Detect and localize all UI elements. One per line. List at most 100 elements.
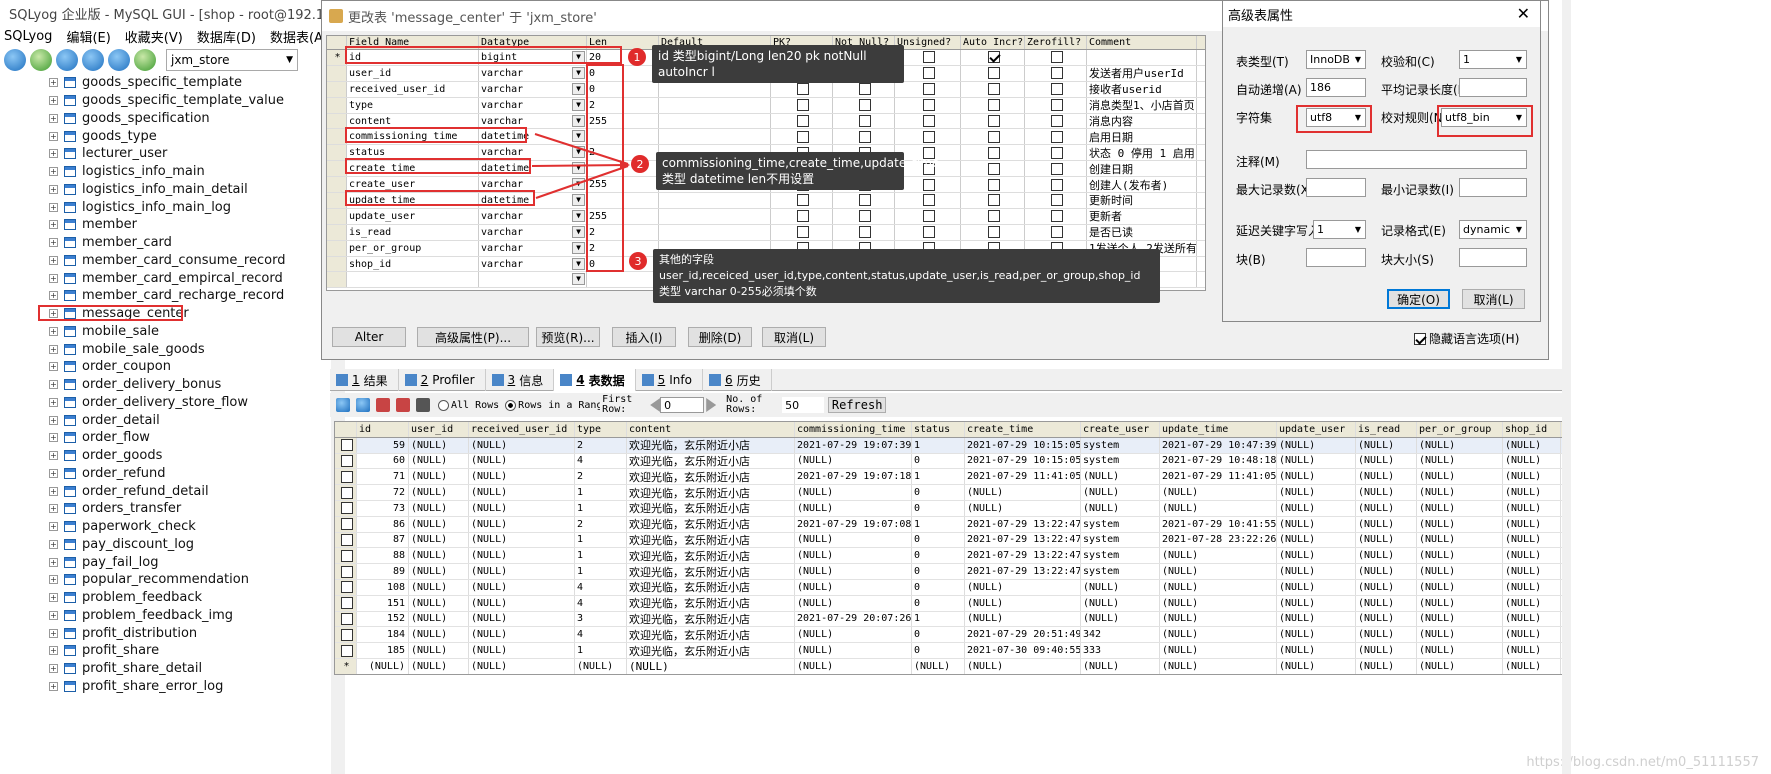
alter-button[interactable]: Alter xyxy=(332,327,406,347)
field-name-cell[interactable]: per_or_group xyxy=(347,240,479,256)
table-cell[interactable]: (NULL) xyxy=(795,453,912,469)
not-null-checkbox[interactable] xyxy=(858,226,871,239)
insert-row-icon[interactable] xyxy=(336,398,350,412)
datatype-cell[interactable]: varchar ▼ xyxy=(479,97,587,113)
table-cell[interactable]: (NULL) xyxy=(795,485,912,500)
table-cell[interactable]: 0 xyxy=(912,532,965,548)
table-cell[interactable]: (NULL) xyxy=(1503,453,1561,469)
tree-item-table[interactable]: + orders_transfer xyxy=(0,500,344,518)
table-cell[interactable]: (NULL) xyxy=(1160,658,1277,674)
pk-checkbox[interactable] xyxy=(796,130,809,143)
alter-button[interactable]: 预览(R)... xyxy=(536,327,600,347)
unsigned-checkbox[interactable] xyxy=(922,130,935,143)
table-cell[interactable]: (NULL) xyxy=(1356,453,1417,469)
expand-icon[interactable]: + xyxy=(49,167,58,177)
table-cell[interactable]: (NULL) xyxy=(1503,564,1561,579)
expand-icon[interactable]: + xyxy=(49,113,58,123)
table-cell[interactable]: (NULL) xyxy=(627,658,795,674)
table-cell[interactable]: (NULL) xyxy=(469,627,575,643)
table-cell[interactable]: (NULL) xyxy=(575,658,627,674)
table-cell[interactable]: (NULL) xyxy=(1356,643,1417,658)
min-rows-input[interactable] xyxy=(1459,178,1527,197)
tree-item-table[interactable]: + member_card_recharge_record xyxy=(0,287,344,305)
table-row[interactable]: 60 (NULL) (NULL) 4 欢迎光临，玄乐附近小店 (NULL) 0 2021-07… xyxy=(335,453,1563,470)
menu-item[interactable]: 数据库(D) xyxy=(197,27,256,46)
table-cell[interactable]: 0 xyxy=(912,485,965,500)
avg-row-length-input[interactable] xyxy=(1459,78,1527,97)
table-cell[interactable]: (NULL) xyxy=(795,658,912,674)
table-cell[interactable]: 73 xyxy=(357,500,409,516)
table-cell[interactable]: (NULL) xyxy=(1417,469,1503,485)
zerofill-checkbox[interactable] xyxy=(1050,130,1063,143)
table-cell[interactable]: 4 xyxy=(575,579,627,595)
auto-incr-checkbox[interactable] xyxy=(987,51,1000,64)
unsigned-checkbox[interactable] xyxy=(922,178,935,191)
unsigned-checkbox[interactable] xyxy=(922,67,935,80)
expand-icon[interactable]: + xyxy=(49,575,58,585)
field-row[interactable]: is_read varchar ▼ 2 是否已读 xyxy=(327,224,1205,241)
table-cell[interactable]: (NULL) xyxy=(1277,548,1356,564)
table-cell[interactable]: (NULL) xyxy=(409,469,469,485)
table-cell[interactable]: (NULL) xyxy=(469,564,575,579)
table-cell[interactable]: 1 xyxy=(575,500,627,516)
table-cell[interactable]: (NULL) xyxy=(1081,579,1160,595)
table-cell[interactable]: (NULL) xyxy=(795,532,912,548)
datatype-cell[interactable]: varchar ▼ xyxy=(479,256,587,272)
table-cell[interactable]: 2021-07-29 13:22:47 xyxy=(965,548,1081,564)
column-header[interactable]: update_time xyxy=(1160,422,1277,437)
table-cell[interactable]: (NULL) xyxy=(1356,485,1417,500)
zerofill-checkbox[interactable] xyxy=(1050,67,1063,80)
table-cell[interactable]: 59 xyxy=(357,437,409,453)
table-cell[interactable]: 2021-07-29 10:41:55 xyxy=(1160,516,1277,532)
datatype-cell[interactable]: varchar ▼ xyxy=(479,65,587,81)
table-cell[interactable]: (NULL) xyxy=(1503,595,1561,611)
table-cell[interactable]: 3 xyxy=(575,611,627,627)
checksum-select[interactable]: 1 ▼ xyxy=(1459,50,1527,69)
table-cell[interactable]: (NULL) xyxy=(1503,469,1561,485)
table-row[interactable]: 151 (NULL) (NULL) 4 欢迎光临，玄乐附近小店 (NULL) 0 (NULL)… xyxy=(335,595,1563,612)
unsigned-checkbox[interactable] xyxy=(922,99,935,112)
expand-icon[interactable]: + xyxy=(49,593,58,603)
chevron-down-icon[interactable]: ▼ xyxy=(572,98,585,111)
table-cell[interactable]: (NULL) xyxy=(1417,453,1503,469)
tree-item-table[interactable]: + order_goods xyxy=(0,447,344,465)
tree-item-table[interactable]: + profit_share_detail xyxy=(0,660,344,678)
column-header[interactable]: received_user_id xyxy=(469,422,575,437)
pk-checkbox[interactable] xyxy=(796,194,809,207)
table-cell[interactable]: (NULL) xyxy=(469,437,575,453)
table-cell[interactable]: 71 xyxy=(357,469,409,485)
tree-item-table[interactable]: + order_refund_detail xyxy=(0,482,344,500)
table-cell[interactable]: 0 xyxy=(912,579,965,595)
table-cell[interactable]: 333 xyxy=(1081,643,1160,658)
chevron-down-icon[interactable]: ▼ xyxy=(572,241,585,254)
table-cell[interactable]: 2021-07-29 19:07:18 xyxy=(795,469,912,485)
expand-icon[interactable]: + xyxy=(49,451,58,461)
table-cell[interactable]: system xyxy=(1081,437,1160,453)
expand-icon[interactable]: + xyxy=(49,344,58,354)
expand-icon[interactable]: + xyxy=(49,326,58,336)
table-cell[interactable]: (NULL) xyxy=(1356,611,1417,627)
table-cell[interactable]: (NULL) xyxy=(1503,532,1561,548)
tab-结果[interactable]: 1 结果 xyxy=(330,369,399,391)
tree-item-table[interactable]: + paperwork_check xyxy=(0,518,344,536)
table-cell[interactable]: (NULL) xyxy=(1277,437,1356,453)
zerofill-checkbox[interactable] xyxy=(1050,115,1063,127)
tree-item-table[interactable]: + order_delivery_bonus xyxy=(0,376,344,394)
table-cell[interactable]: 0 xyxy=(912,500,965,516)
hide-language-checkbox[interactable] xyxy=(1414,332,1426,345)
field-name-cell[interactable]: user_id xyxy=(347,65,479,81)
default-cell[interactable] xyxy=(659,129,771,145)
first-row-input[interactable]: 0 xyxy=(660,397,705,413)
table-cell[interactable]: system xyxy=(1081,564,1160,579)
table-cell[interactable]: (NULL) xyxy=(1417,564,1503,579)
table-cell[interactable]: 欢迎光临，玄乐附近小店 xyxy=(627,516,795,532)
table-cell[interactable]: (NULL) xyxy=(795,643,912,658)
row-select-checkbox[interactable] xyxy=(340,470,353,483)
execute-all-icon[interactable] xyxy=(82,49,104,71)
not-null-checkbox[interactable] xyxy=(858,194,871,207)
table-cell[interactable]: (NULL) xyxy=(1503,658,1561,674)
tree-item-table[interactable]: + logistics_info_main xyxy=(0,163,344,181)
comment-cell[interactable]: 创建人(发布者) xyxy=(1087,177,1197,193)
hide-language-option[interactable]: 隐藏语言选项(H) xyxy=(1414,330,1519,347)
field-name-cell[interactable] xyxy=(347,272,479,288)
